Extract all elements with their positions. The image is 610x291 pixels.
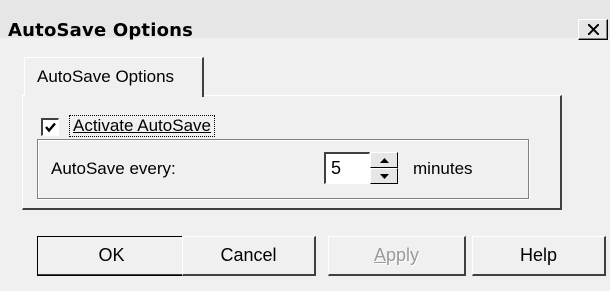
tab-label: AutoSave Options	[37, 67, 175, 86]
activate-autosave-label[interactable]: Activate AutoSave	[69, 115, 215, 137]
help-button[interactable]: Help	[472, 236, 606, 276]
spin-down-button[interactable]	[370, 168, 398, 184]
close-icon	[588, 24, 599, 35]
spin-up-button[interactable]	[370, 152, 398, 168]
window-title: AutoSave Options	[8, 20, 194, 41]
arrow-up-icon	[380, 158, 389, 163]
checkmark-icon	[45, 122, 56, 133]
autosave-interval-input[interactable]: 5	[324, 152, 370, 184]
arrow-down-icon	[380, 174, 389, 179]
apply-accelerator: A	[373, 245, 386, 265]
autosave-interval-label: AutoSave every:	[51, 159, 176, 178]
cancel-button[interactable]: Cancel	[182, 236, 316, 276]
activate-autosave-checkbox[interactable]	[41, 118, 59, 136]
title-bar: AutoSave Options	[0, 0, 610, 41]
tab-autosave-options[interactable]: AutoSave Options	[24, 57, 204, 97]
interval-unit-label: minutes	[413, 159, 473, 178]
apply-label-rest: pply	[385, 245, 420, 265]
ok-button[interactable]: OK	[37, 236, 187, 276]
apply-button[interactable]: Apply	[328, 236, 466, 276]
close-button[interactable]	[578, 19, 608, 40]
